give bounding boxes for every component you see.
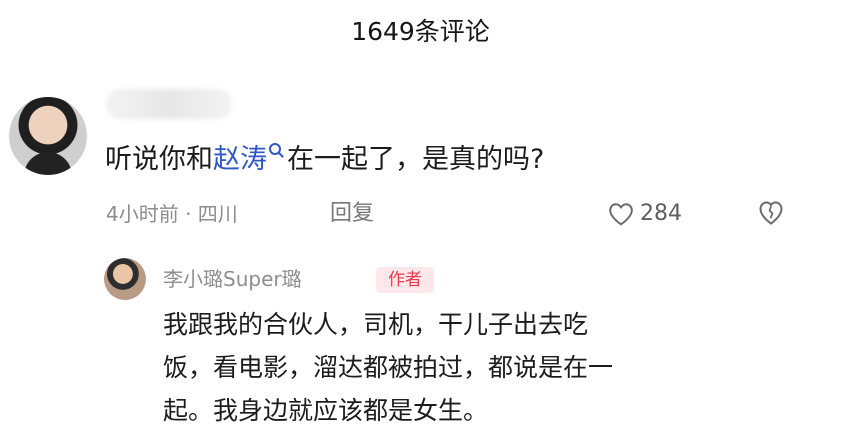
blurred-username bbox=[106, 89, 232, 119]
broken-heart-icon[interactable] bbox=[757, 198, 785, 228]
like-count: 284 bbox=[640, 201, 682, 226]
author-badge: 作者 bbox=[376, 267, 434, 293]
commenter-avatar[interactable] bbox=[9, 97, 87, 175]
reply-avatar[interactable] bbox=[104, 258, 146, 300]
search-icon[interactable] bbox=[269, 143, 281, 155]
heart-outline-icon[interactable] bbox=[608, 202, 634, 226]
reply-text: 我跟我的合伙人，司机，干儿子出去吃 饭，看电影，溜达都被拍过，都说是在一 起。我… bbox=[163, 303, 783, 432]
comment-meta: 4小时前 · 四川 bbox=[106, 202, 238, 226]
reply-text-line: 饭，看电影，溜达都被拍过，都说是在一 bbox=[163, 353, 614, 382]
reply-text-line: 我跟我的合伙人，司机，干儿子出去吃 bbox=[163, 310, 589, 339]
comments-header: 1649条评论 bbox=[0, 12, 841, 52]
reply-button[interactable]: 回复 bbox=[330, 198, 374, 230]
reply-text-line: 起。我身边就应该都是女生。 bbox=[163, 396, 489, 425]
comment-text: 听说你和赵涛 在一起了，是真的吗? bbox=[105, 140, 544, 180]
comment-text-before: 听说你和 bbox=[105, 144, 213, 175]
comment-count-title: 1649条评论 bbox=[351, 17, 490, 46]
comment-text-after: 在一起了，是真的吗? bbox=[287, 144, 545, 175]
like-button[interactable]: 284 bbox=[608, 198, 682, 230]
reply-username[interactable]: 李小璐Super璐 bbox=[163, 264, 302, 294]
mention-link[interactable]: 赵涛 bbox=[213, 144, 267, 175]
